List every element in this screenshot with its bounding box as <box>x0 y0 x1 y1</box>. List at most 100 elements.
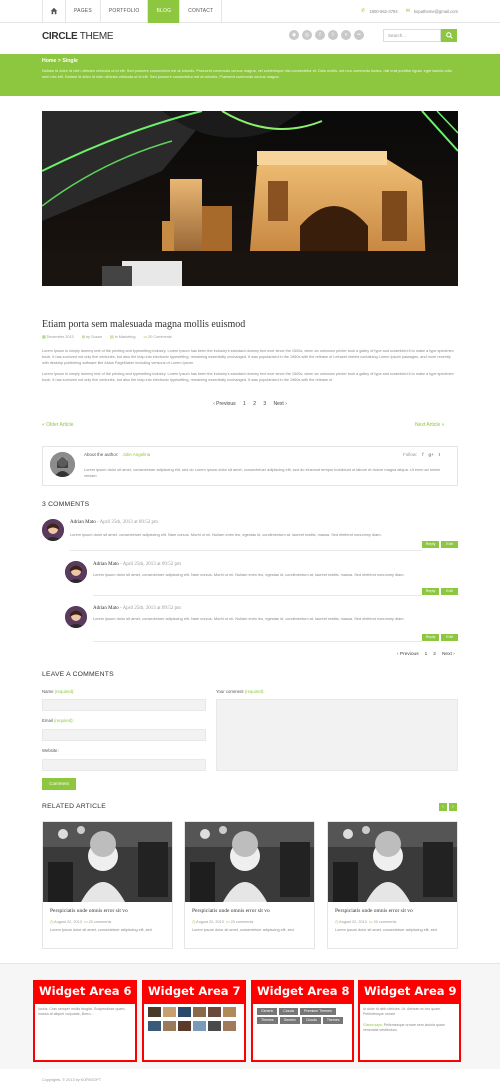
tag[interactable]: Themes <box>257 1017 278 1024</box>
edit-button[interactable]: Edit <box>441 588 458 595</box>
author-follow: Follow: f g+ t <box>403 452 440 457</box>
follow-label: Follow: <box>403 452 418 457</box>
pager-next[interactable]: Next › <box>274 401 287 407</box>
gallery-thumb[interactable] <box>178 1007 191 1017</box>
name-field[interactable] <box>42 699 206 711</box>
post-title[interactable]: Etiam porta sem malesuada magna mollis e… <box>42 319 245 330</box>
home-icon <box>50 7 58 15</box>
related-card[interactable]: Perspiciatis unde omnis error sit vo ◷ A… <box>327 821 458 949</box>
related-card-date: August 22, 2013 <box>339 920 367 924</box>
email-field[interactable] <box>42 729 206 741</box>
gallery-thumb[interactable] <box>148 1007 161 1017</box>
nav-portfolio[interactable]: Portfolio <box>101 0 149 23</box>
gallery-thumb[interactable] <box>223 1021 236 1031</box>
post-paragraph: Lorem Ipsum is simply dummy text of the … <box>42 349 454 365</box>
edit-button[interactable]: Edit <box>441 634 458 641</box>
reply-button[interactable]: Reply <box>422 541 439 548</box>
nav-home[interactable] <box>42 0 66 23</box>
pager-next[interactable]: Next › <box>442 652 455 657</box>
submit-comment-button[interactable]: Comment <box>42 778 76 790</box>
next-article-link[interactable]: Next Article » <box>415 422 444 428</box>
nav-blog[interactable]: Blog <box>148 0 181 23</box>
twitter-icon[interactable]: t <box>328 30 338 40</box>
breadcrumb[interactable]: Home > Single <box>42 58 78 64</box>
pager-page[interactable]: 2 <box>433 652 436 657</box>
gallery-thumb[interactable] <box>163 1007 176 1017</box>
pager-page[interactable]: 1 <box>425 652 428 657</box>
gallery-thumb[interactable] <box>193 1007 206 1017</box>
gallery-thumb[interactable] <box>148 1021 161 1031</box>
related-card-text: Lorem ipsum dolor sit amet, consectetuer… <box>50 928 152 932</box>
reply-button[interactable]: Reply <box>422 634 439 641</box>
search-input[interactable]: Search... <box>383 29 441 42</box>
nav-pages[interactable]: Pages <box>66 0 101 23</box>
comment-author-name[interactable]: Adrian Mato <box>70 520 96 525</box>
post-author[interactable]: ◍ by Susan <box>82 334 102 339</box>
required-hint: (required): <box>54 689 75 694</box>
widget-title: Widget Area 7 <box>148 984 241 998</box>
related-card-image <box>328 822 457 902</box>
comment-text: Lorem ipsum dolor sit amet, consectetuer… <box>70 532 382 537</box>
comment-text: Lorem ipsum dolor sit amet, consectetuer… <box>93 572 405 577</box>
facebook-icon[interactable]: f <box>422 452 423 457</box>
chevron-left-icon[interactable]: ‹ <box>439 803 447 811</box>
recent-comment: Gianni says: Pellentesque ornare sem lac… <box>363 1023 456 1033</box>
related-card-title[interactable]: Perspiciatis unde omnis error sit vo <box>192 908 270 914</box>
google-plus-icon[interactable]: g+ <box>429 452 434 457</box>
post-category[interactable]: ▤ In Marketing <box>110 334 136 339</box>
search-button[interactable] <box>441 29 457 42</box>
pager-page[interactable]: 3 <box>263 401 266 407</box>
tag[interactable]: Generic <box>279 1017 300 1024</box>
copyright: Copyrights. © 2013 by KOPASOFT <box>42 1078 102 1082</box>
gallery-thumb[interactable] <box>208 1007 221 1017</box>
older-article-link[interactable]: « Older Article <box>42 422 73 428</box>
pager-page[interactable]: 2 <box>253 401 256 407</box>
dribbble-icon[interactable]: ◎ <box>302 30 312 40</box>
main-nav: Pages Portfolio Blog Contact <box>42 0 223 23</box>
related-card-title[interactable]: Perspiciatis unde omnis error sit vo <box>335 908 413 914</box>
reply-button[interactable]: Reply <box>422 588 439 595</box>
post-comments-text: 20 Comments <box>148 335 172 339</box>
email-label-text: Email <box>42 718 53 723</box>
recent-comment-author[interactable]: Gianni says: <box>363 1023 383 1027</box>
related-card-text: Lorem ipsum dolor sit amet, consectetuer… <box>335 928 437 932</box>
pager-page[interactable]: 1 <box>243 401 246 407</box>
widget-title: Widget Area 6 <box>39 984 132 998</box>
tag[interactable]: Clouds <box>301 1017 321 1024</box>
related-card[interactable]: Perspiciatis unde omnis error sit vo ◷ A… <box>42 821 173 949</box>
comment-textarea[interactable] <box>216 699 458 771</box>
required-hint: (required): <box>53 718 74 723</box>
post-comments-count[interactable]: ▭ 20 Comments <box>143 334 171 339</box>
comment-avatar <box>42 519 64 541</box>
gallery-thumb[interactable] <box>163 1021 176 1031</box>
gallery-thumb[interactable] <box>193 1021 206 1031</box>
tag[interactable]: Premium Themes <box>300 1008 336 1015</box>
email-address[interactable]: kopatheme@gmail.com <box>414 0 458 23</box>
tag[interactable]: Themes <box>322 1017 344 1024</box>
rss-icon[interactable]: ◉ <box>289 30 299 40</box>
author-name[interactable]: Jolie Angelina <box>123 452 151 457</box>
comment-author-name[interactable]: Adrian Mato <box>93 606 119 611</box>
edit-button[interactable]: Edit <box>441 541 458 548</box>
related-card-title[interactable]: Perspiciatis unde omnis error sit vo <box>50 908 128 914</box>
related-card[interactable]: Perspiciatis unde omnis error sit vo ◷ A… <box>184 821 315 949</box>
tag[interactable]: Generic <box>257 1008 278 1015</box>
comment-author-name[interactable]: Adrian Mato <box>93 562 119 567</box>
pager-prev[interactable]: ‹ Previous <box>397 652 419 657</box>
gallery-thumb[interactable] <box>223 1007 236 1017</box>
vimeo-icon[interactable]: v <box>341 30 351 40</box>
pager-prev[interactable]: ‹ Previous <box>213 401 236 407</box>
website-field[interactable] <box>42 759 206 771</box>
gallery-thumb[interactable] <box>178 1021 191 1031</box>
gallery-thumb[interactable] <box>208 1021 221 1031</box>
nav-contact[interactable]: Contact <box>180 0 223 23</box>
twitter-icon[interactable]: t <box>439 452 440 457</box>
tag[interactable]: Clouds <box>279 1008 299 1015</box>
chevron-right-icon[interactable]: › <box>449 803 457 811</box>
facebook-icon[interactable]: f <box>315 30 325 40</box>
post-category-text: In Marketing <box>114 335 136 339</box>
logo[interactable]: CIRCLE THEME <box>42 31 114 42</box>
comment-avatar <box>65 561 87 583</box>
flickr-icon[interactable]: •• <box>354 30 364 40</box>
related-nav: ‹ › <box>439 803 457 811</box>
